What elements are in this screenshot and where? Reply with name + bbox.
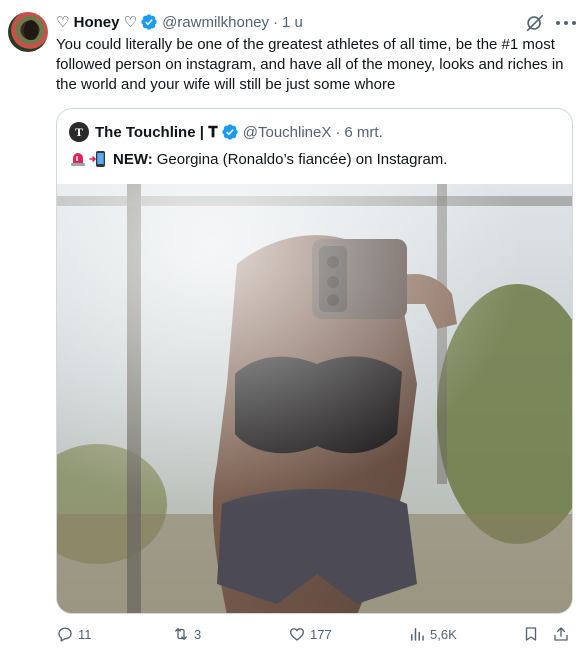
like-icon xyxy=(289,628,305,641)
bookmark-icon xyxy=(525,627,537,641)
more-icon[interactable] xyxy=(556,20,576,26)
reply-count: 11 xyxy=(78,626,92,642)
tweet-header: ♡ Honey ♡ @rawmilkhoney · 1 u xyxy=(56,12,303,32)
new-label: NEW: xyxy=(113,150,153,168)
quoted-tweet-image[interactable] xyxy=(57,184,572,613)
action-bar: 11 3 177 5,6K xyxy=(56,622,576,646)
quoted-author-display-name: The Touchline | 𝐓 xyxy=(95,123,218,141)
views-icon xyxy=(411,628,424,641)
tweet-text: You could literally be one of the greate… xyxy=(56,36,564,93)
reply-button[interactable]: 11 xyxy=(56,622,92,646)
quoted-author-handle: @TouchlineX xyxy=(242,123,332,141)
photo-illustration xyxy=(57,184,572,613)
quoted-tweet-timestamp: 6 mrt. xyxy=(344,123,383,141)
views-count: 5,6K xyxy=(430,626,457,642)
tweet-timestamp[interactable]: 1 u xyxy=(282,14,303,31)
quoted-tweet-text: NEW: Georgina (Ronaldo’s fiancée) on Ins… xyxy=(69,149,447,169)
author-display-name[interactable]: ♡ Honey ♡ xyxy=(56,13,137,31)
author-handle[interactable]: @rawmilkhoney xyxy=(162,14,269,31)
quoted-tweet[interactable]: T The Touchline | 𝐓 @TouchlineX · 6 mrt. xyxy=(56,108,573,614)
views-button[interactable]: 5,6K xyxy=(408,622,457,646)
verified-badge-icon xyxy=(141,14,157,30)
reply-icon xyxy=(58,627,72,642)
quoted-avatar-letter: T xyxy=(74,124,83,139)
bookmark-button[interactable] xyxy=(522,622,540,646)
author-avatar[interactable] xyxy=(8,12,48,52)
quoted-author-avatar[interactable]: T xyxy=(69,122,89,142)
repost-icon xyxy=(175,628,187,640)
share-icon xyxy=(554,627,568,641)
quoted-tweet-header: T The Touchline | 𝐓 @TouchlineX · 6 mrt. xyxy=(69,122,383,142)
siren-emoji-icon xyxy=(71,153,85,166)
like-button[interactable]: 177 xyxy=(288,622,332,646)
separator-dot: · xyxy=(335,123,341,141)
quoted-text-body: Georgina (Ronaldo’s fiancée) on Instagra… xyxy=(156,150,448,168)
repost-button[interactable]: 3 xyxy=(172,622,201,646)
like-count: 177 xyxy=(310,626,332,642)
grok-icon[interactable] xyxy=(524,12,546,34)
mobile-phone-emoji-icon xyxy=(89,151,105,167)
repost-count: 3 xyxy=(194,626,202,642)
share-button[interactable] xyxy=(552,622,570,646)
verified-badge-icon xyxy=(222,124,238,140)
tweet[interactable]: ♡ Honey ♡ @rawmilkhoney · 1 u You could … xyxy=(0,0,586,650)
separator-dot: · xyxy=(273,13,279,31)
